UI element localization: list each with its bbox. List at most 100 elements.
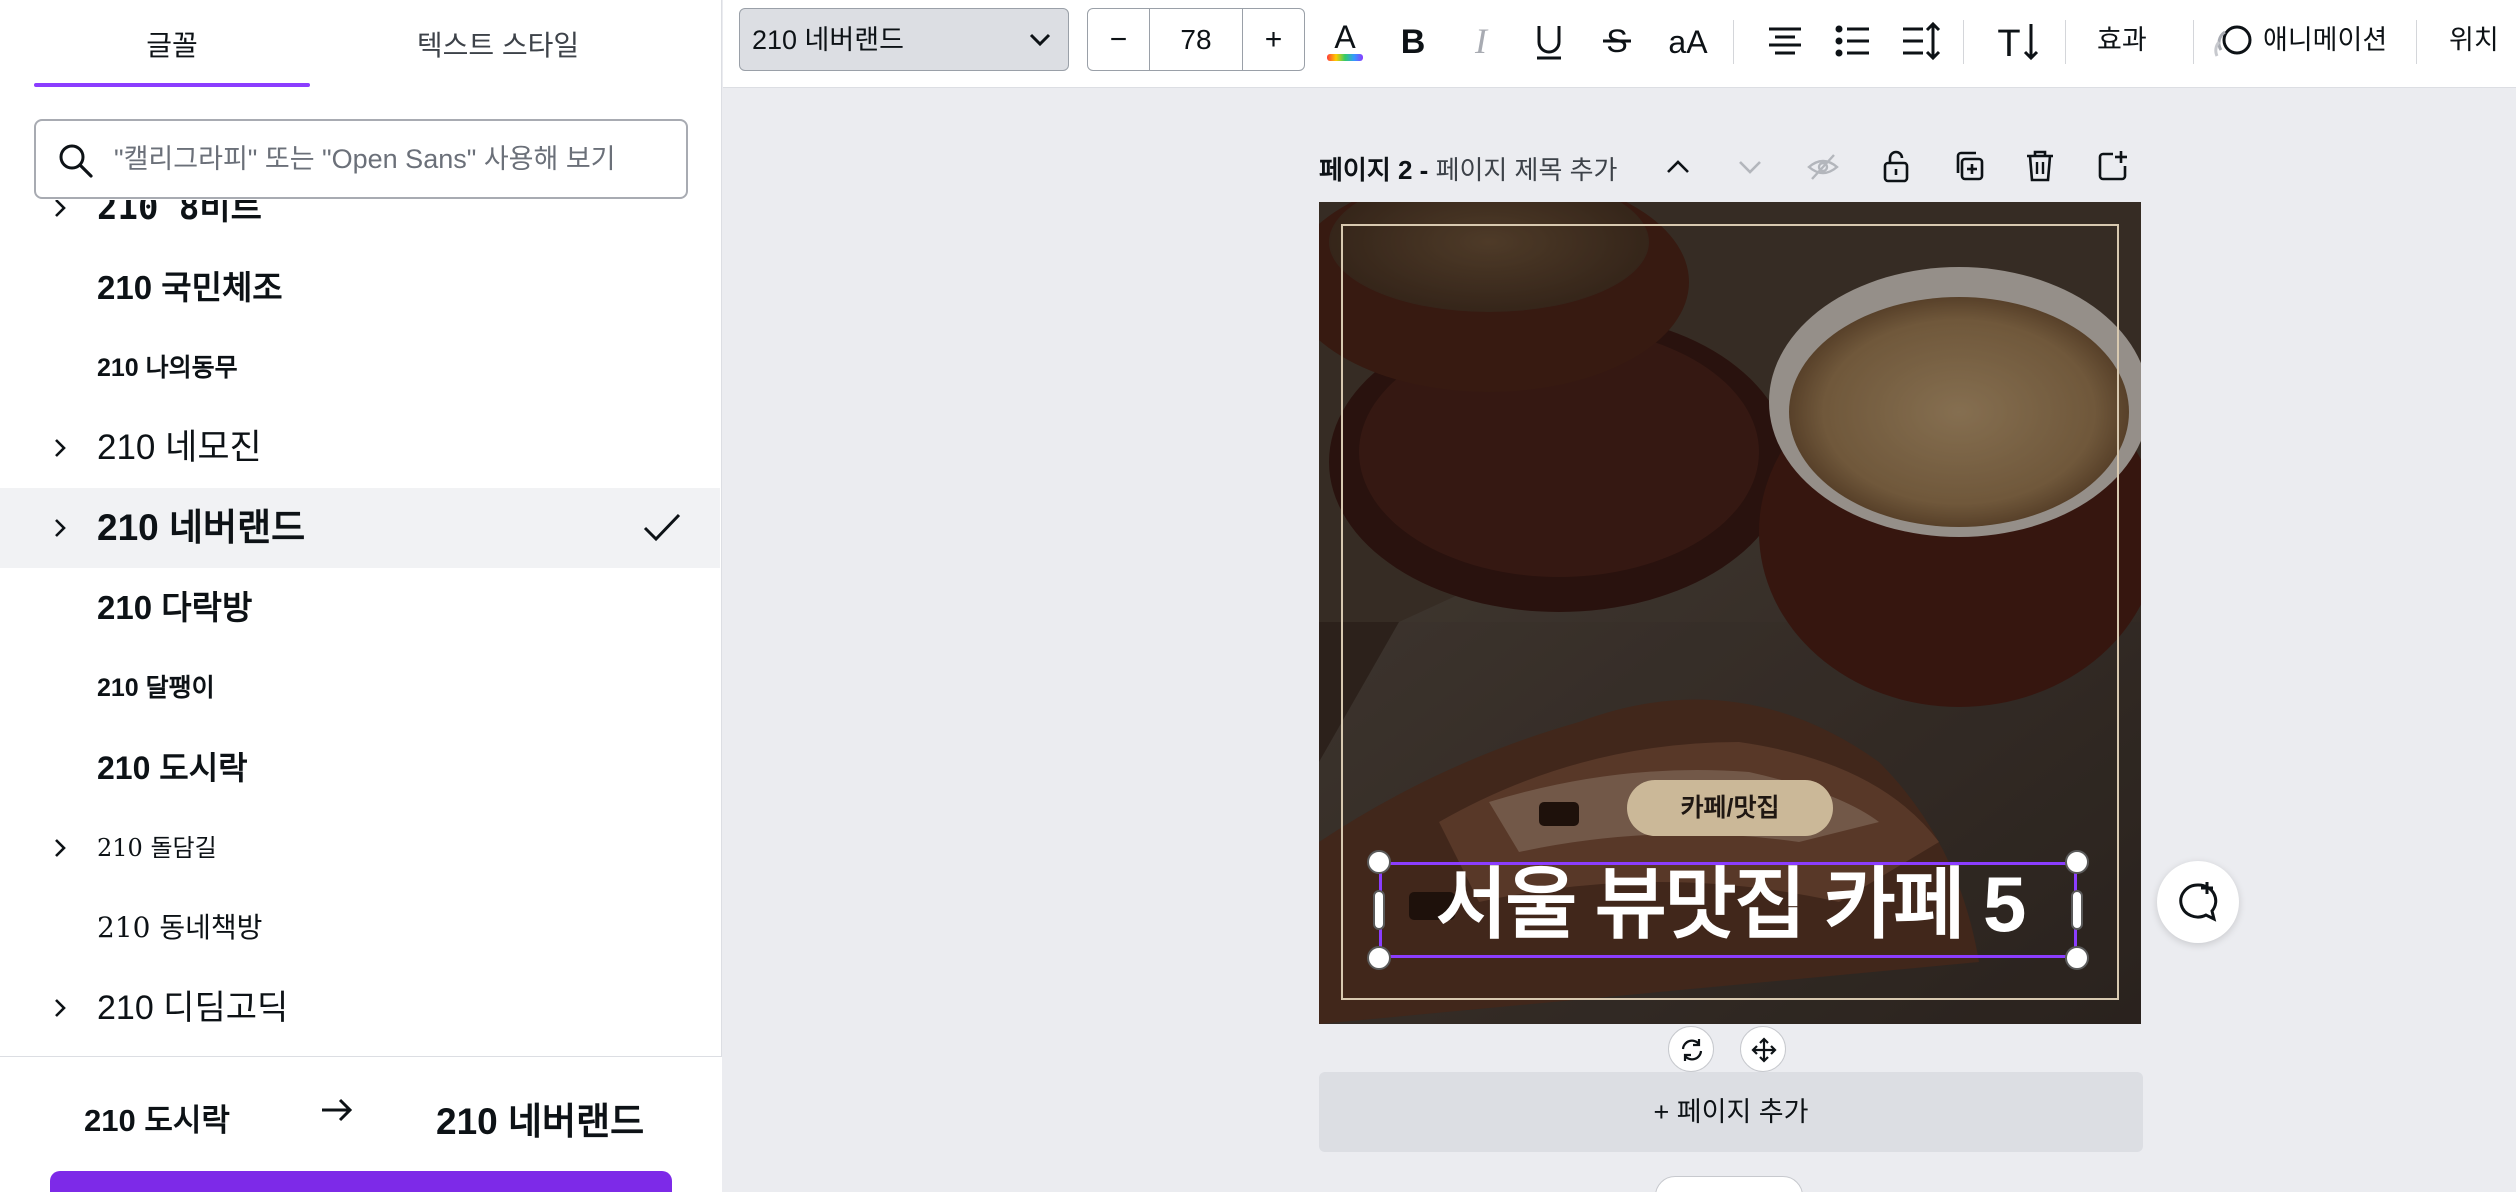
svg-text:A: A bbox=[1334, 19, 1356, 55]
resize-handle-top-left[interactable] bbox=[1367, 850, 1391, 874]
position-button[interactable]: 위치 bbox=[2449, 0, 2499, 80]
hide-eye-icon[interactable] bbox=[1806, 150, 1840, 184]
svg-text:I: I bbox=[1474, 21, 1489, 61]
move-button[interactable] bbox=[1740, 1026, 1786, 1072]
font-list-item[interactable]: 210 디딤고딕 bbox=[0, 968, 720, 1048]
rotate-button[interactable] bbox=[1668, 1026, 1714, 1072]
font-list-item[interactable]: 210 돌담길 bbox=[0, 808, 720, 888]
active-tab-indicator bbox=[34, 83, 310, 87]
chevron-right-icon[interactable] bbox=[48, 996, 72, 1020]
font-name: 210 국민체조 bbox=[97, 269, 283, 306]
increase-size-button[interactable]: + bbox=[1242, 9, 1304, 70]
add-page-icon[interactable] bbox=[2095, 148, 2131, 184]
chevron-down-icon[interactable] bbox=[1735, 152, 1765, 182]
font-list-item[interactable]: 210 도시락 bbox=[0, 728, 720, 808]
font-panel: 글꼴 텍스트 스타일 210 8비트 210 국민체조 210 나의동무 210… bbox=[0, 0, 722, 1192]
font-list-item[interactable]: 210 달팽이 bbox=[0, 648, 720, 728]
bold-icon[interactable]: B bbox=[1391, 18, 1435, 64]
rotate-icon bbox=[1681, 1039, 1703, 1061]
svg-text:T: T bbox=[1997, 23, 2020, 64]
chevron-right-icon[interactable] bbox=[48, 200, 72, 220]
font-name: 210 돌담길 bbox=[97, 834, 217, 862]
font-replace-footer: 210 도시락 210 네버랜드 bbox=[0, 1056, 722, 1192]
animation-button[interactable]: 애니메이션 bbox=[2263, 0, 2387, 80]
font-family-dropdown[interactable]: 210 네버랜드 bbox=[739, 8, 1069, 71]
font-list: 210 8비트 210 국민체조 210 나의동무 210 네모진 210 네버… bbox=[0, 200, 722, 1056]
font-size-input[interactable]: 78 bbox=[1150, 9, 1242, 70]
trash-icon[interactable] bbox=[2023, 148, 2057, 184]
resize-handle-bottom-left[interactable] bbox=[1367, 946, 1391, 970]
add-page-button[interactable]: + 페이지 추가 bbox=[1319, 1072, 2143, 1152]
page-controls-pill[interactable] bbox=[1655, 1176, 1803, 1192]
page-title-input[interactable]: 페이지 제목 추가 bbox=[1436, 155, 1618, 185]
page-number: 페이지 2 - bbox=[1319, 155, 1429, 185]
chevron-right-icon[interactable] bbox=[48, 436, 72, 460]
unlock-icon[interactable] bbox=[1879, 148, 1913, 184]
font-size-stepper: − 78 + bbox=[1087, 8, 1305, 71]
animation-icon[interactable] bbox=[2211, 22, 2255, 62]
chevron-right-icon[interactable] bbox=[48, 516, 72, 540]
toolbar-divider bbox=[1733, 20, 1734, 64]
replace-to-font: 210 네버랜드 bbox=[436, 1101, 645, 1142]
replace-from-font: 210 도시락 bbox=[84, 1103, 230, 1138]
category-badge[interactable]: 카페/맛집 bbox=[1627, 780, 1833, 836]
page-title: 페이지 2 - 페이지 제목 추가 bbox=[1319, 150, 1617, 187]
toolbar-divider bbox=[1963, 20, 1964, 64]
resize-handle-top-right[interactable] bbox=[2065, 850, 2089, 874]
chevron-right-icon[interactable] bbox=[48, 836, 72, 860]
duplicate-page-icon[interactable] bbox=[1951, 148, 1987, 184]
chevron-down-icon bbox=[1029, 33, 1051, 47]
font-name: 210 디딤고딕 bbox=[97, 989, 289, 1027]
line-spacing-icon[interactable] bbox=[1899, 18, 1943, 64]
panel-tabs: 글꼴 텍스트 스타일 bbox=[0, 0, 722, 88]
text-toolbar: 210 네버랜드 − 78 + A B I S aA T 효과 애니메이션 위치 bbox=[723, 0, 2516, 88]
text-color-icon[interactable]: A bbox=[1323, 18, 1367, 64]
move-icon bbox=[1751, 1037, 1777, 1063]
resize-handle-left[interactable] bbox=[1373, 890, 1385, 930]
font-name: 210 동네책방 bbox=[97, 911, 263, 944]
font-name: 210 네버랜드 bbox=[97, 507, 306, 548]
font-list-item[interactable]: 210 동네책방 bbox=[0, 888, 720, 968]
font-list-item[interactable]: 210 네모진 bbox=[0, 408, 720, 488]
italic-icon[interactable]: I bbox=[1459, 18, 1503, 64]
letter-case-icon[interactable]: aA bbox=[1661, 18, 1715, 64]
selection-box bbox=[1379, 862, 2077, 958]
font-name: 210 도시락 bbox=[97, 750, 248, 786]
search-icon bbox=[59, 144, 93, 178]
tab-fonts[interactable]: 글꼴 bbox=[34, 0, 310, 88]
checkmark-icon bbox=[643, 513, 681, 542]
design-canvas[interactable]: 카페/맛집 서울 뷰맛집 카페 5 bbox=[1319, 202, 2141, 1024]
toolbar-divider bbox=[2416, 20, 2417, 64]
add-comment-button[interactable] bbox=[2157, 861, 2239, 943]
comment-plus-icon bbox=[2179, 882, 2218, 922]
arrow-right-icon bbox=[322, 1098, 353, 1122]
font-name: 210 네모진 bbox=[97, 428, 262, 467]
font-family-value: 210 네버랜드 bbox=[752, 25, 904, 55]
tab-text-styles[interactable]: 텍스트 스타일 bbox=[342, 0, 654, 88]
font-name: 210 8비트 bbox=[97, 200, 262, 228]
effects-button[interactable]: 효과 bbox=[2097, 0, 2147, 80]
font-search-input[interactable] bbox=[114, 137, 674, 181]
font-search-box[interactable] bbox=[34, 119, 688, 199]
svg-text:B: B bbox=[1401, 23, 1426, 61]
decrease-size-button[interactable]: − bbox=[1088, 9, 1150, 70]
font-list-item[interactable]: 210 8비트 bbox=[0, 200, 720, 248]
toolbar-divider bbox=[2065, 20, 2066, 64]
font-list-item[interactable]: 210 국민체조 bbox=[0, 248, 720, 328]
svg-text:aA: aA bbox=[1668, 24, 1708, 60]
replace-all-button[interactable] bbox=[50, 1171, 672, 1192]
chevron-up-icon[interactable] bbox=[1663, 152, 1693, 182]
toolbar-divider bbox=[2193, 20, 2194, 64]
strikethrough-icon[interactable]: S bbox=[1595, 18, 1639, 64]
font-name: 210 달팽이 bbox=[97, 674, 215, 702]
text-box-icon[interactable]: T bbox=[1993, 18, 2041, 64]
resize-handle-bottom-right[interactable] bbox=[2065, 946, 2089, 970]
font-list-item-selected[interactable]: 210 네버랜드 bbox=[0, 488, 720, 568]
font-list-item[interactable]: 210 다락방 bbox=[0, 568, 720, 648]
underline-icon[interactable] bbox=[1527, 18, 1571, 64]
font-list-item[interactable]: 210 나의동무 bbox=[0, 328, 720, 408]
align-center-icon[interactable] bbox=[1763, 18, 1807, 64]
font-name: 210 다락방 bbox=[97, 589, 253, 626]
resize-handle-right[interactable] bbox=[2071, 890, 2083, 930]
bulleted-list-icon[interactable] bbox=[1831, 18, 1875, 64]
